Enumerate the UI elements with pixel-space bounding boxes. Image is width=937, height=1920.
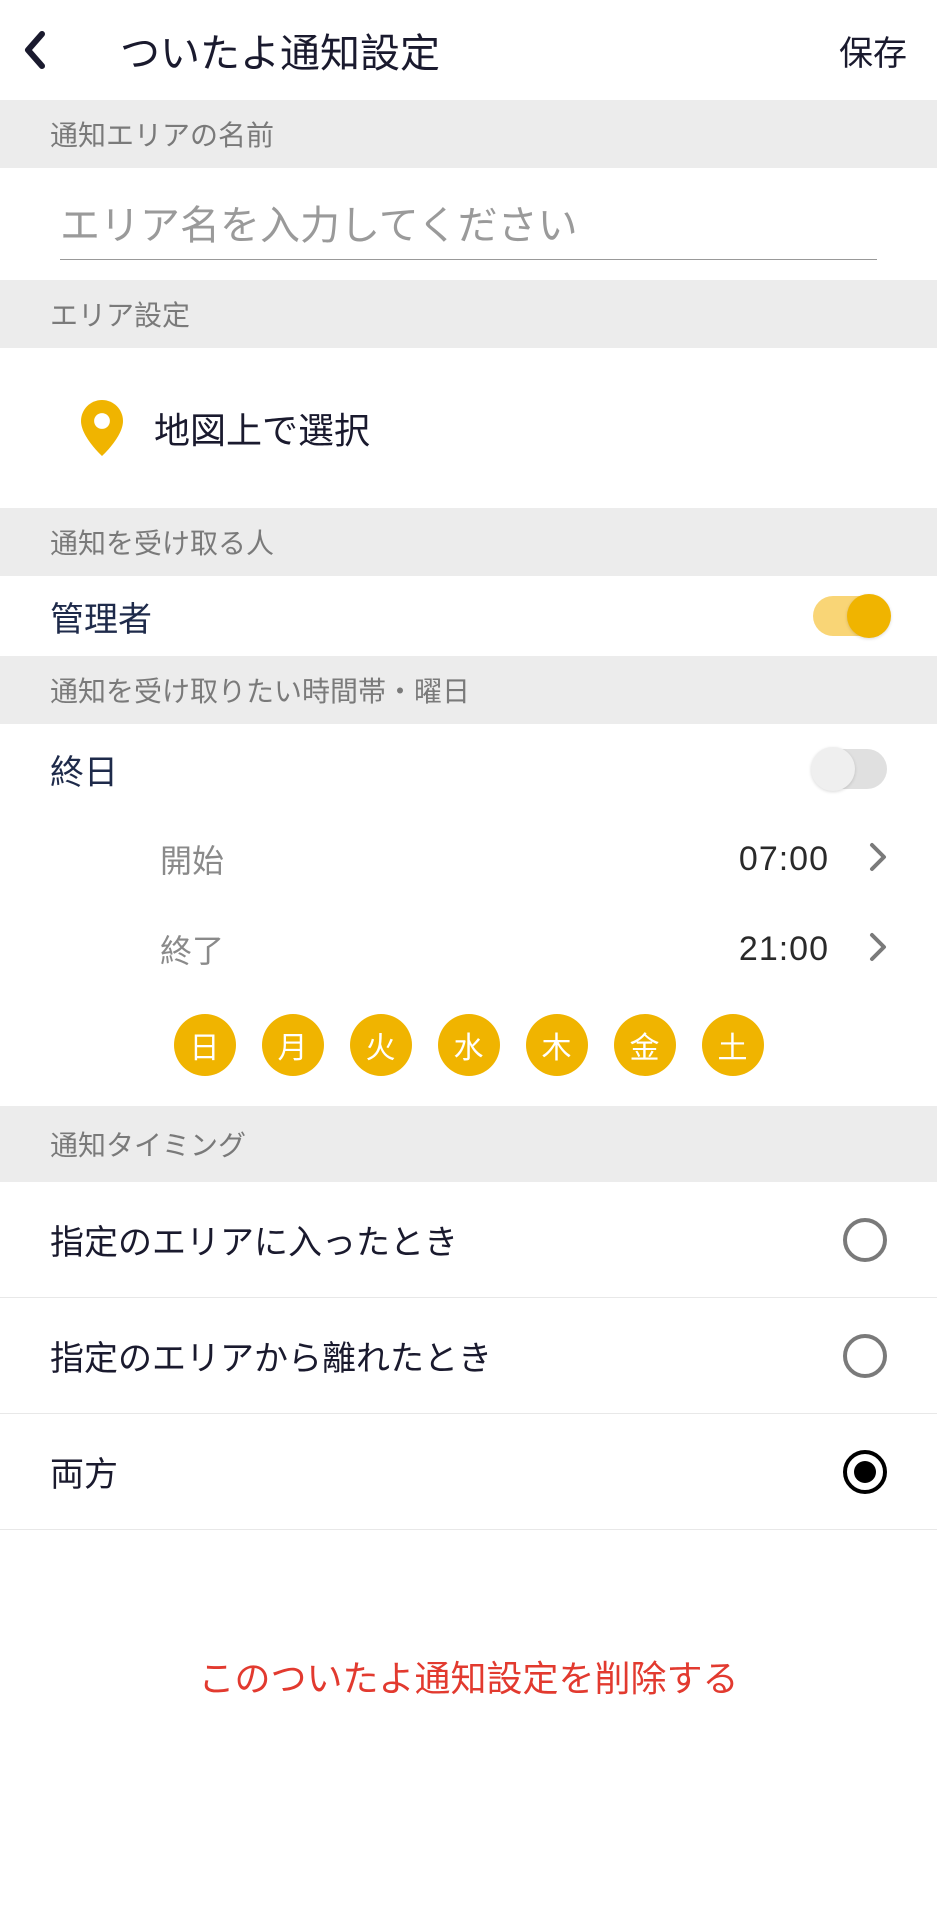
section-header-area-setting: エリア設定 <box>0 280 937 348</box>
start-time-label: 開始 <box>160 836 739 882</box>
back-button[interactable] <box>20 30 100 70</box>
day-chip-sun[interactable]: 日 <box>174 1014 236 1076</box>
area-name-input[interactable] <box>60 196 877 260</box>
start-time-row[interactable]: 開始 07:00 <box>0 814 937 904</box>
save-button[interactable]: 保存 <box>829 26 917 75</box>
day-chip-wed[interactable]: 水 <box>438 1014 500 1076</box>
chevron-right-icon <box>869 842 887 877</box>
end-time-row[interactable]: 終了 21:00 <box>0 904 937 994</box>
recipient-admin-toggle[interactable] <box>813 596 887 636</box>
day-chip-tue[interactable]: 火 <box>350 1014 412 1076</box>
day-chip-sat[interactable]: 土 <box>702 1014 764 1076</box>
start-time-value: 07:00 <box>739 840 829 879</box>
timing-option-both[interactable]: 両方 <box>0 1414 937 1530</box>
map-pin-icon <box>80 400 124 456</box>
timing-option-enter[interactable]: 指定のエリアに入ったとき <box>0 1182 937 1298</box>
day-chip-fri[interactable]: 金 <box>614 1014 676 1076</box>
page-title: ついたよ通知設定 <box>100 21 829 79</box>
day-chip-thu[interactable]: 木 <box>526 1014 588 1076</box>
select-on-map-label: 地図上で選択 <box>154 402 370 454</box>
section-header-area-name: 通知エリアの名前 <box>0 100 937 168</box>
delete-notification-button[interactable]: このついたよ通知設定を削除する <box>198 1658 738 1699</box>
section-header-time-days: 通知を受け取りたい時間帯・曜日 <box>0 656 937 724</box>
all-day-toggle[interactable] <box>813 749 887 789</box>
radio-icon <box>843 1334 887 1378</box>
section-header-recipients: 通知を受け取る人 <box>0 508 937 576</box>
timing-both-label: 両方 <box>50 1447 118 1496</box>
chevron-right-icon <box>869 932 887 967</box>
timing-enter-label: 指定のエリアに入ったとき <box>50 1215 458 1264</box>
recipient-admin-row: 管理者 <box>0 576 937 656</box>
day-chip-mon[interactable]: 月 <box>262 1014 324 1076</box>
all-day-row: 終日 <box>0 724 937 814</box>
end-time-label: 終了 <box>160 926 739 972</box>
section-header-timing: 通知タイミング <box>0 1106 937 1182</box>
recipient-admin-label: 管理者 <box>50 592 152 641</box>
select-on-map-row[interactable]: 地図上で選択 <box>0 348 937 508</box>
radio-selected-icon <box>843 1450 887 1494</box>
all-day-label: 終日 <box>50 745 118 794</box>
timing-option-leave[interactable]: 指定のエリアから離れたとき <box>0 1298 937 1414</box>
timing-leave-label: 指定のエリアから離れたとき <box>50 1331 492 1380</box>
radio-icon <box>843 1218 887 1262</box>
chevron-left-icon <box>20 30 48 70</box>
days-row: 日 月 火 水 木 金 土 <box>0 994 937 1106</box>
end-time-value: 21:00 <box>739 930 829 969</box>
